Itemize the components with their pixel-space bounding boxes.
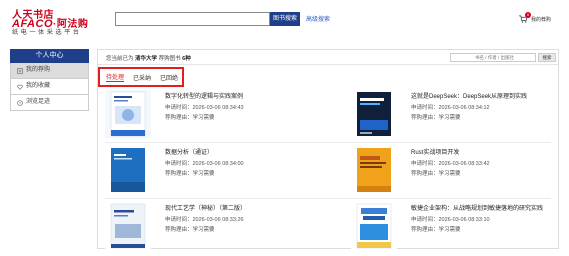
recommend-reason: 荐购理由：学习需要 <box>411 227 461 233</box>
clock-icon <box>17 99 23 106</box>
tab-pending[interactable]: 待处理 <box>106 72 125 82</box>
school-name: 清华大学 <box>135 56 158 62</box>
main-panel: 您当前已为 清华大学 荐购图书 6种 搜索 待处理 已采纳 已回绝 数字化转型的… <box>97 49 559 250</box>
sidebar-item-label: 浏览足迹 <box>26 99 51 105</box>
logo-tagline: 纸电一体采选平台 <box>12 29 82 36</box>
apply-time: 申请时间：2026-03-06 08:33:10 <box>411 217 490 223</box>
apply-time: 申请时间：2026-03-06 08:34:00 <box>165 161 244 167</box>
recommendation-count: 6种 <box>182 56 191 62</box>
heart-icon <box>17 84 23 90</box>
book-title[interactable]: 敏捷企业架构：从战略规划到敏捷落地的研究实践 <box>411 203 543 212</box>
recommend-reason: 荐购理由：学习需要 <box>165 115 215 121</box>
book-title[interactable]: Rust实战项目开发 <box>411 147 459 156</box>
info-bar: 您当前已为 清华大学 荐购图书 6种 搜索 <box>98 50 558 65</box>
cart-label: 我的荐购 <box>531 17 552 23</box>
apply-time: 申请时间：2026-03-06 08:34:12 <box>411 105 490 111</box>
filter-search-button[interactable]: 搜索 <box>538 53 556 62</box>
book-item[interactable]: Rust实战项目开发 申请时间：2026-03-06 08:33:42 荐购理由… <box>351 146 551 194</box>
book-item[interactable]: 现代工艺学（神秘）（第二版） 申请时间：2026-03-06 08:33:26 … <box>105 202 305 250</box>
book-cover <box>105 202 151 250</box>
book-title[interactable]: 数据分析（通证） <box>165 147 213 156</box>
recommend-reason: 荐购理由：学习需要 <box>165 171 215 177</box>
tab-rejected[interactable]: 已回绝 <box>160 73 178 82</box>
book-item[interactable]: 数据分析（通证） 申请时间：2026-03-06 08:34:00 荐购理由：学… <box>105 146 305 194</box>
recommend-reason: 荐购理由：学习需要 <box>411 171 461 177</box>
apply-time: 申请时间：2026-03-06 08:33:42 <box>411 161 490 167</box>
search-input[interactable] <box>115 12 270 26</box>
sidebar-item-history[interactable]: 浏览足迹 <box>10 95 89 111</box>
sidebar-item-label: 我的荐购 <box>26 67 51 73</box>
recommendation-summary: 您当前已为 清华大学 荐购图书 6种 <box>106 56 191 62</box>
recommend-reason: 荐购理由：学习需要 <box>411 115 461 121</box>
book-item[interactable]: 数字化转型的逻辑与实践案例 申请时间：2026-03-06 08:34:43 荐… <box>105 90 305 138</box>
book-filter-input[interactable] <box>450 53 536 62</box>
apply-time: 申请时间：2026-03-06 08:33:26 <box>165 217 244 223</box>
sidebar-item-favorites[interactable]: 我的收藏 <box>10 79 89 95</box>
book-cover <box>105 90 151 138</box>
book-cover <box>351 90 397 138</box>
site-logo[interactable]: 人天书店 AFACO·阿法购 纸电一体采选平台 <box>12 6 110 36</box>
sidebar-item-recommendations[interactable]: 我的荐购 <box>10 63 89 79</box>
sidebar-item-label: 我的收藏 <box>26 83 51 89</box>
row-divider <box>105 198 551 199</box>
book-cover <box>351 146 397 194</box>
advanced-search-link[interactable]: 高级搜索 <box>306 14 330 23</box>
tab-accepted[interactable]: 已采纳 <box>133 73 151 82</box>
recommend-icon <box>17 67 23 74</box>
sidebar: 个人中心 我的荐购 我的收藏 浏览足迹 <box>10 49 89 111</box>
book-cover <box>105 146 151 194</box>
my-recommendations-button[interactable]: 0 我的荐购 <box>516 12 560 27</box>
status-tabs: 待处理 已采纳 已回绝 <box>98 67 184 87</box>
row-divider <box>105 142 551 143</box>
search-button[interactable]: 图书搜索 <box>270 12 300 26</box>
book-item[interactable]: 敏捷企业架构：从战略规划到敏捷落地的研究实践 申请时间：2026-03-06 0… <box>351 202 551 250</box>
book-cover <box>351 202 397 250</box>
book-title[interactable]: 数字化转型的逻辑与实践案例 <box>165 91 243 100</box>
book-title[interactable]: 现代工艺学（神秘）（第二版） <box>165 203 246 212</box>
header: 人天书店 AFACO·阿法购 纸电一体采选平台 图书搜索 高级搜索 0 我的荐购 <box>0 0 569 40</box>
apply-time: 申请时间：2026-03-06 08:34:43 <box>165 105 244 111</box>
sidebar-title: 个人中心 <box>10 49 89 63</box>
book-item[interactable]: 这就是DeepSeek：DeepSeek从原理到实践 申请时间：2026-03-… <box>351 90 551 138</box>
book-title[interactable]: 这就是DeepSeek：DeepSeek从原理到实践 <box>411 91 527 100</box>
recommend-reason: 荐购理由：学习需要 <box>165 227 215 233</box>
